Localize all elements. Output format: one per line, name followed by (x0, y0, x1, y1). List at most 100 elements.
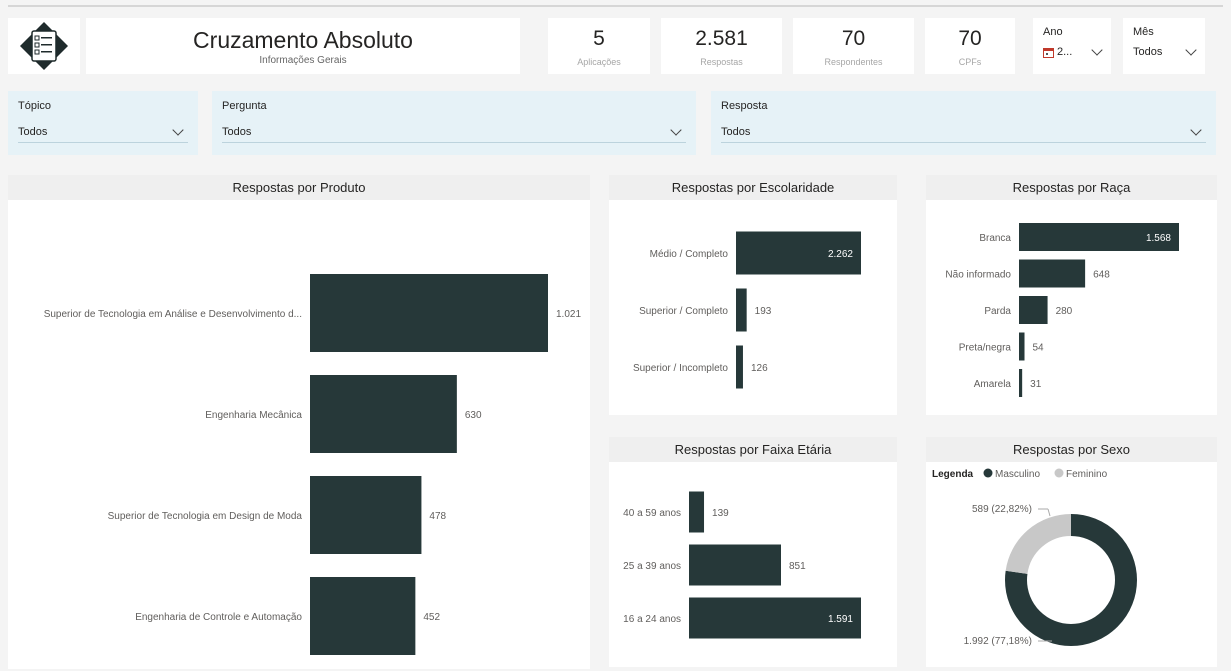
resposta-filter[interactable]: Resposta Todos (711, 91, 1216, 155)
data-label: 478 (429, 511, 446, 522)
data-label: 452 (423, 612, 440, 623)
chevron-down-icon[interactable] (172, 123, 184, 136)
chevron-down-icon[interactable] (1190, 123, 1202, 136)
page-subtitle: Informações Gerais (259, 55, 347, 66)
data-label: 54 (1033, 343, 1045, 354)
legend-item[interactable]: Feminino (1066, 469, 1108, 480)
topico-label: Tópico (18, 100, 52, 112)
data-label: 2.262 (828, 249, 853, 260)
page-title: Cruzamento Absoluto (193, 27, 413, 53)
kpi-value: 70 (841, 27, 866, 50)
bar[interactable] (310, 274, 548, 352)
bar[interactable] (689, 491, 705, 533)
category-label: Médio / Completo (650, 249, 729, 260)
ano-value: 2... (1057, 46, 1073, 58)
data-label: 31 (1030, 379, 1042, 390)
leader-line (1047, 508, 1051, 517)
kpi-aplicacoes: 5 Aplicações (548, 18, 650, 74)
category-label: 40 a 59 anos (623, 508, 681, 519)
calendar-icon (1043, 47, 1054, 58)
kpi-respondentes: 70 Respondentes (793, 18, 914, 74)
mes-dropdown[interactable]: Todos (1133, 44, 1197, 58)
mes-value: Todos (1133, 46, 1163, 58)
kpi-value: 70 (958, 27, 982, 50)
bar[interactable] (689, 544, 781, 586)
kpi-value: 5 (593, 27, 605, 50)
raca-chart: Branca 1.568 Não informado 648 Parda 280 Preta… (945, 223, 1179, 397)
resposta-dropdown[interactable]: Todos (721, 121, 1206, 143)
category-label: Engenharia de Controle e Automação (135, 612, 302, 623)
data-label: 280 (1056, 306, 1073, 317)
data-label: 851 (789, 561, 806, 572)
category-label: Superior de Tecnologia em Análise e Dese… (44, 309, 302, 320)
pergunta-label: Pergunta (222, 100, 267, 112)
mes-slicer[interactable]: Mês Todos (1123, 18, 1205, 74)
produto-chart: Superior de Tecnologia em Análise e Dese… (44, 274, 581, 655)
data-label: 193 (755, 306, 772, 317)
ano-label: Ano (1043, 26, 1063, 38)
chart-title: Respostas por Raça (926, 175, 1217, 200)
chevron-down-icon[interactable] (1185, 44, 1197, 56)
raca-chart-panel: Respostas por Raça Branca 1.568 Não inform… (926, 175, 1217, 415)
produto-chart-panel: Respostas por Produto Superior de Tecnol… (8, 175, 590, 669)
kpi-label: Respostas (700, 57, 743, 67)
questionnaire-icon (20, 22, 68, 70)
data-label: 139 (712, 508, 729, 519)
pergunta-dropdown[interactable]: Todos (222, 121, 686, 143)
data-label: 1.992 (77,18%) (964, 636, 1032, 647)
top-divider (8, 5, 1223, 7)
pergunta-filter[interactable]: Pergunta Todos (212, 91, 696, 155)
data-label: 589 (22,82%) (972, 504, 1032, 515)
topico-filter[interactable]: Tópico Todos (8, 91, 198, 155)
chart-title: Respostas por Produto (8, 175, 590, 200)
category-label: 25 a 39 anos (623, 561, 681, 572)
ano-dropdown[interactable]: 2... (1043, 44, 1103, 58)
category-label: Superior de Tecnologia em Design de Moda (108, 511, 303, 522)
legend-marker (983, 468, 993, 478)
category-label: Engenharia Mecânica (205, 410, 302, 421)
bar[interactable] (310, 476, 422, 554)
bar[interactable] (310, 577, 416, 655)
category-label: Parda (984, 306, 1011, 317)
kpi-label: Respondentes (824, 57, 883, 67)
chevron-down-icon[interactable] (1091, 44, 1103, 56)
title-card: Cruzamento Absoluto Informações Gerais (86, 18, 520, 74)
bar[interactable] (310, 375, 457, 453)
mes-label: Mês (1133, 26, 1154, 38)
bar[interactable] (736, 288, 747, 332)
pergunta-value: Todos (222, 125, 252, 138)
escolaridade-chart: Médio / Completo 2.262 Superior / Completo… (633, 231, 861, 389)
logo (8, 18, 80, 74)
bar[interactable] (1019, 296, 1048, 324)
topico-value: Todos (18, 125, 48, 138)
data-label: 1.021 (556, 309, 581, 320)
chart-title: Respostas por Faixa Etária (609, 437, 897, 462)
data-label: 126 (751, 363, 768, 374)
chart-title: Respostas por Sexo (926, 437, 1217, 462)
category-label: Superior / Incompleto (633, 363, 728, 374)
data-label: 1.591 (828, 614, 853, 625)
legend-title: Legenda (932, 469, 974, 480)
data-label: 648 (1093, 270, 1110, 281)
category-label: Branca (979, 233, 1011, 244)
kpi-respostas: 2.581 Respostas (661, 18, 782, 74)
legend-marker (1054, 468, 1064, 478)
faixa-etaria-chart-panel: Respostas por Faixa Etária 40 a 59 anos 1… (609, 437, 897, 667)
topico-dropdown[interactable]: Todos (18, 121, 188, 143)
legend-item[interactable]: Masculino (995, 469, 1040, 480)
category-label: Superior / Completo (639, 306, 728, 317)
bar[interactable] (736, 345, 743, 389)
ano-slicer[interactable]: Ano 2... (1033, 18, 1111, 74)
kpi-label: CPFs (958, 57, 982, 67)
data-label: 1.568 (1146, 233, 1171, 244)
chevron-down-icon[interactable] (670, 123, 682, 136)
sexo-chart-panel: Respostas por Sexo Legenda Masculino Femin… (926, 437, 1217, 667)
bar[interactable] (1019, 332, 1025, 361)
bar[interactable] (1019, 369, 1023, 397)
data-label: 630 (465, 410, 482, 421)
bar[interactable] (1019, 259, 1086, 288)
faixa-etaria-chart: 40 a 59 anos 139 25 a 39 anos 851 16 a 24 an… (623, 491, 861, 639)
category-label: Não informado (945, 270, 1011, 281)
sexo-chart: Legenda Masculino Feminino 589 (22,82%) 1.99… (932, 468, 1137, 647)
category-label: 16 a 24 anos (623, 614, 681, 625)
